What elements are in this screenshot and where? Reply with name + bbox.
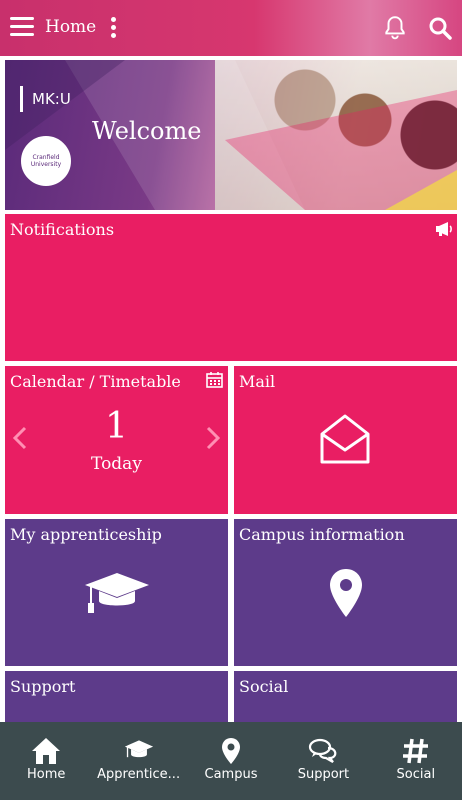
tile-label: Notifications (10, 220, 115, 239)
map-pin-icon (330, 569, 362, 617)
nav-label: Apprentice... (97, 767, 181, 782)
app-bar: Home (0, 0, 462, 56)
megaphone-icon (436, 222, 452, 236)
calendar-icon (206, 372, 223, 388)
logo-text-1: Cranfield (32, 154, 60, 161)
map-pin-icon (222, 738, 241, 764)
more-vert-icon[interactable] (111, 17, 117, 39)
hashtag-icon (402, 738, 428, 764)
university-logo: Cranfield University (21, 136, 71, 186)
nav-label: Social (396, 767, 436, 782)
tile-label: My apprenticeship (10, 525, 162, 544)
tile-label: Support (10, 677, 76, 696)
campus-info-tile[interactable]: Campus information (234, 519, 457, 666)
tile-label: Social (239, 677, 289, 696)
chevron-right-icon[interactable] (205, 424, 221, 452)
nav-label: Campus (204, 767, 258, 782)
welcome-heading: Welcome (92, 117, 202, 145)
tile-label: Calendar / Timetable (10, 372, 181, 391)
search-icon[interactable] (428, 16, 452, 40)
bell-icon[interactable] (382, 15, 408, 41)
brand-divider (20, 86, 23, 112)
welcome-banner[interactable]: MK:U Welcome Cranfield University (5, 60, 457, 210)
nav-social[interactable]: Social (370, 722, 462, 800)
nav-label: Home (27, 767, 66, 782)
nav-label: Support (297, 767, 350, 782)
event-day: Today (91, 454, 142, 474)
chat-bubbles-icon (309, 738, 337, 763)
tile-label: Mail (239, 372, 276, 391)
event-count: 1 (105, 406, 128, 447)
home-icon (32, 738, 61, 764)
brand-name: MK:U (32, 90, 71, 108)
logo-text-2: University (30, 161, 62, 168)
banner-shapes (5, 60, 457, 210)
graduation-cap-icon (124, 740, 153, 758)
notifications-tile[interactable]: Notifications (5, 214, 457, 361)
calendar-tile[interactable]: Calendar / Timetable 1 Today (5, 366, 228, 514)
nav-apprenticeship[interactable]: Apprentice... (92, 722, 184, 800)
nav-campus[interactable]: Campus (185, 722, 277, 800)
page-title: Home (45, 17, 97, 37)
graduation-cap-icon (85, 573, 149, 613)
apprenticeship-tile[interactable]: My apprenticeship (5, 519, 228, 666)
menu-icon[interactable] (10, 17, 34, 39)
bottom-navigation: Home Apprentice... Campus Support Social (0, 722, 462, 800)
tile-label: Campus information (239, 525, 405, 544)
mail-tile[interactable]: Mail (234, 366, 457, 514)
nav-home[interactable]: Home (0, 722, 92, 800)
nav-support[interactable]: Support (277, 722, 369, 800)
envelope-open-icon (320, 414, 370, 464)
